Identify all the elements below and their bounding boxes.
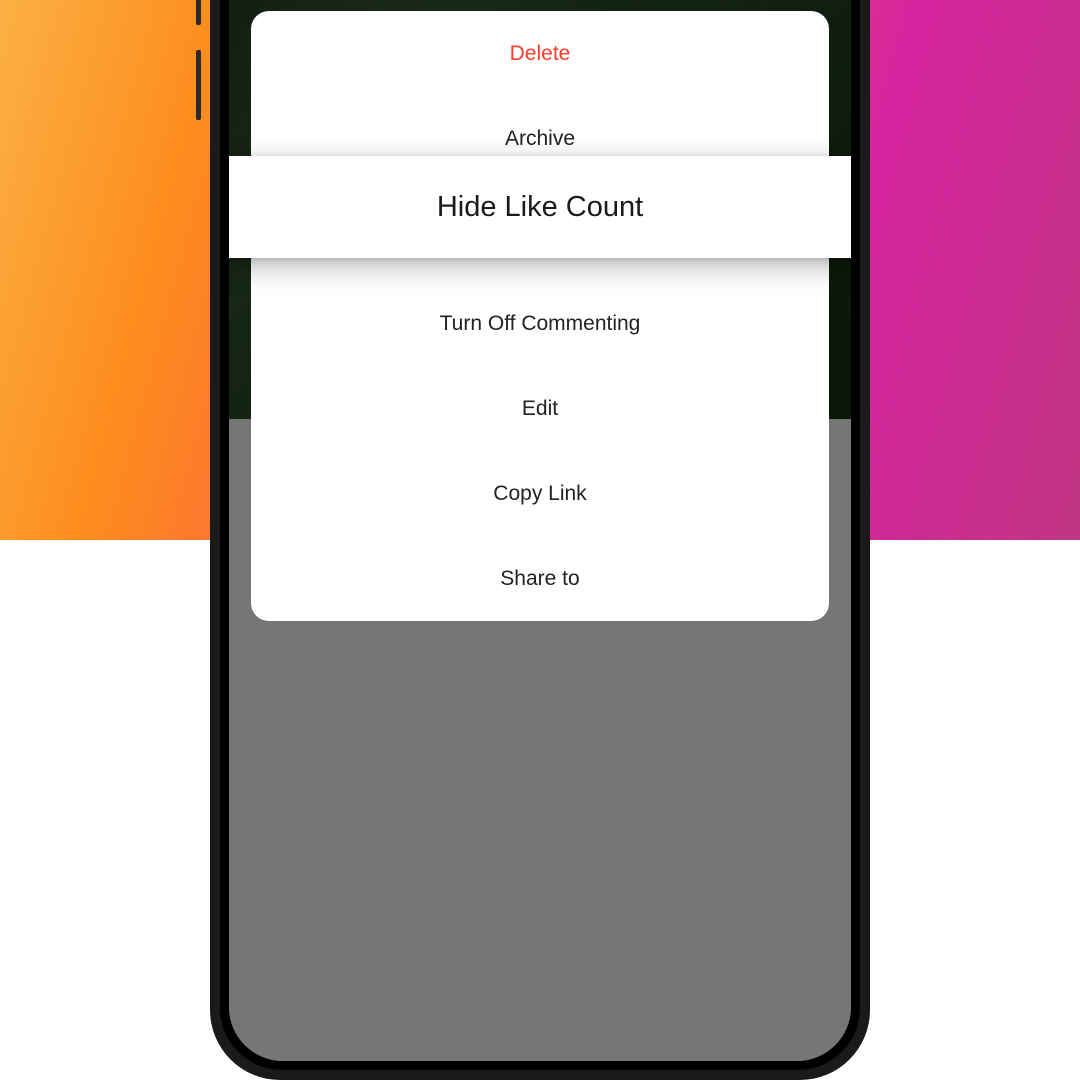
phone-screen: Delete Archive Turn Off Commenting Edit: [229, 0, 851, 1061]
phone-frame: Delete Archive Turn Off Commenting Edit: [220, 0, 860, 1070]
copy-link-option[interactable]: Copy Link: [251, 451, 829, 536]
turn-off-commenting-option[interactable]: Turn Off Commenting: [251, 281, 829, 366]
delete-label: Delete: [510, 42, 571, 66]
edit-option[interactable]: Edit: [251, 366, 829, 451]
phone-volume-button: [196, 50, 201, 120]
edit-label: Edit: [522, 397, 558, 421]
hide-like-count-label: Hide Like Count: [437, 191, 643, 224]
phone-mute-switch: [196, 0, 201, 25]
delete-option[interactable]: Delete: [251, 11, 829, 96]
phone-mockup: Delete Archive Turn Off Commenting Edit: [210, 0, 870, 1080]
hide-like-count-option[interactable]: Hide Like Count: [229, 156, 851, 258]
copy-link-label: Copy Link: [493, 482, 586, 506]
share-to-label: Share to: [500, 567, 579, 591]
post-options-action-sheet: Delete Archive Turn Off Commenting Edit: [251, 11, 829, 621]
archive-label: Archive: [505, 127, 575, 151]
turn-off-commenting-label: Turn Off Commenting: [440, 312, 641, 336]
share-to-option[interactable]: Share to: [251, 536, 829, 621]
